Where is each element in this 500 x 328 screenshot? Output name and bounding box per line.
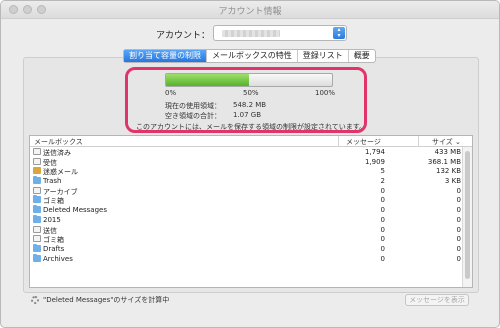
mailbox-name: Trash	[43, 177, 62, 186]
message-count: 0	[380, 244, 385, 253]
folder-mailbox-icon	[33, 195, 41, 204]
mailbox-size: 0	[456, 186, 461, 195]
table-row[interactable]: Archives 0 0	[30, 253, 463, 264]
scrollbar-thumb[interactable]	[465, 151, 470, 279]
chevron-updown-icon: ▴ ▾	[333, 27, 345, 39]
mailbox-name: Deleted Messages	[43, 206, 107, 215]
table-scrollbar[interactable]	[462, 147, 472, 287]
account-label: アカウント：	[156, 31, 211, 41]
folder-mailbox-icon	[33, 205, 41, 214]
table-header: メールボックス メッセージ サイズ ⌄	[30, 136, 472, 147]
mailbox-name: Archives	[43, 254, 73, 263]
folder-mailbox-icon	[33, 253, 41, 262]
mailbox-name: 2015	[43, 215, 61, 224]
table-row[interactable]: 受信 1,909 368.1 MB	[30, 157, 463, 167]
table-row[interactable]: 迷惑メール 5 132 KB	[30, 166, 463, 176]
mailbox-name: Drafts	[43, 244, 65, 253]
mailbox-size: 0	[456, 254, 461, 263]
column-divider[interactable]	[338, 136, 339, 147]
annotation-highlight	[125, 67, 367, 133]
message-count: 1,794	[364, 148, 385, 156]
message-count: 5	[380, 167, 385, 176]
draft-mailbox-icon	[33, 225, 41, 233]
table-row[interactable]: ゴミ箱 0 0	[30, 234, 463, 244]
column-header-size[interactable]: サイズ ⌄	[432, 137, 461, 147]
mailbox-size: 0	[456, 206, 461, 215]
account-row: アカウント： ▴ ▾	[1, 25, 499, 43]
message-count: 0	[380, 196, 385, 205]
mailbox-size: 132 KB	[436, 167, 461, 176]
trashcan-mailbox-icon	[33, 235, 41, 243]
window-title: アカウント情報	[218, 7, 282, 17]
mailbox-size: 0	[456, 225, 461, 234]
message-count: 2	[380, 177, 385, 186]
mailbox-size: 0	[456, 215, 461, 224]
tab-mailbox-behaviors[interactable]: メールボックスの特性	[207, 50, 298, 62]
account-select[interactable]: ▴ ▾	[213, 25, 347, 41]
message-count: 0	[380, 235, 385, 244]
tab-quota-limit[interactable]: 割り当て容量の制限	[124, 50, 207, 62]
table-row[interactable]: 送信済み 1,794 433 MB	[30, 147, 463, 157]
account-info-window: アカウント情報 アカウント： ▴ ▾ 割り当て容量の制限 メールボックスの特性 登…	[0, 0, 500, 328]
junk-mailbox-icon	[33, 167, 41, 175]
inbox-mailbox-icon	[33, 157, 41, 165]
message-count: 0	[380, 206, 385, 215]
mailbox-table: メールボックス メッセージ サイズ ⌄ 送信済み 1,794 433 MB 受信 1,9…	[29, 135, 473, 288]
table-row[interactable]: Drafts 0 0	[30, 243, 463, 254]
table-row[interactable]: Trash 2 3 KB	[30, 176, 463, 186]
folder-mailbox-icon	[33, 243, 41, 252]
message-count: 1,909	[364, 157, 385, 166]
spinner-icon	[31, 296, 39, 304]
tab-bar: 割り当て容量の制限 メールボックスの特性 登録リスト 概要	[123, 49, 376, 63]
folder-mailbox-icon	[33, 176, 41, 185]
message-count: 0	[380, 215, 385, 224]
mailbox-size: 0	[456, 235, 461, 244]
status-text: "Deleted Messages"のサイズを計算中	[43, 296, 170, 304]
mailbox-size: 368.1 MB	[427, 157, 461, 166]
column-header-messages[interactable]: メッセージ	[346, 137, 381, 147]
show-messages-button[interactable]: メッセージを表示	[405, 294, 469, 306]
table-row[interactable]: Deleted Messages 0 0	[30, 205, 463, 215]
account-name-redacted	[222, 30, 280, 37]
table-row[interactable]: ゴミ箱 0 0	[30, 195, 463, 205]
tab-summary[interactable]: 概要	[349, 50, 375, 62]
table-row[interactable]: 2015 0 0	[30, 214, 463, 225]
mailbox-size: 0	[456, 244, 461, 253]
message-count: 0	[380, 225, 385, 234]
column-header-mailbox[interactable]: メールボックス	[34, 137, 83, 147]
message-count: 0	[380, 254, 385, 263]
sent-mailbox-icon	[33, 148, 41, 155]
mailbox-size: 433 MB	[434, 148, 461, 156]
mailbox-size: 0	[456, 196, 461, 205]
archive-mailbox-icon	[33, 186, 41, 194]
table-row[interactable]: 送信 0 0	[30, 225, 463, 235]
table-row[interactable]: アーカイブ 0 0	[30, 186, 463, 196]
status-message: "Deleted Messages"のサイズを計算中	[31, 295, 169, 305]
title-bar: アカウント情報	[1, 1, 499, 19]
mailbox-size: 3 KB	[444, 177, 461, 186]
mailbox-rows: 送信済み 1,794 433 MB 受信 1,909 368.1 MB 迷惑メール 5 132 …	[30, 147, 463, 263]
folder-mailbox-icon	[33, 214, 41, 223]
column-divider[interactable]	[418, 136, 419, 147]
message-count: 0	[380, 186, 385, 195]
tab-subscription-list[interactable]: 登録リスト	[298, 50, 349, 62]
